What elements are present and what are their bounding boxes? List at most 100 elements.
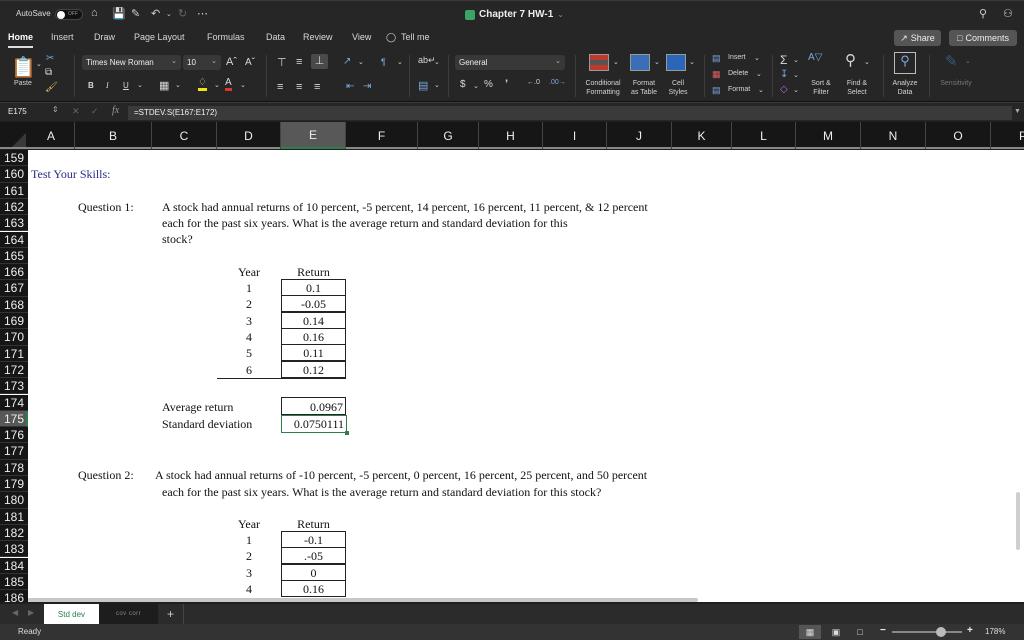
add-sheet-button[interactable]: +	[158, 604, 184, 624]
font-name-select[interactable]: Times New Roman ⌄	[82, 55, 181, 70]
number-format-select[interactable]: General ⌄	[455, 55, 565, 70]
name-box[interactable]: E175	[8, 107, 27, 116]
select-all-corner[interactable]	[0, 122, 28, 149]
tab-tell-me[interactable]: Tell me	[401, 32, 430, 42]
fill-dropdown-icon[interactable]: ⌄	[214, 81, 220, 89]
autosave-toggle[interactable]: OFF	[55, 9, 83, 20]
sheet-tab-cov-corr[interactable]: cov corr	[99, 604, 158, 624]
tab-page-layout[interactable]: Page Layout	[134, 32, 185, 42]
redo-icon[interactable]: ↻	[178, 7, 187, 20]
comma-button[interactable]: ’	[505, 78, 508, 90]
zoom-slider-handle[interactable]	[936, 627, 946, 637]
enter-icon[interactable]: ✓	[91, 106, 99, 117]
wrap-text-icon[interactable]: ab↵	[418, 55, 436, 66]
row-header[interactable]: 166	[0, 264, 28, 281]
column-header[interactable]: A	[28, 122, 75, 149]
insert-cells-button[interactable]: Insert	[728, 54, 746, 61]
tab-view[interactable]: View	[352, 32, 371, 42]
borders-icon[interactable]: ▦	[159, 79, 169, 92]
undo-icon[interactable]: ↶	[151, 7, 160, 20]
font-size-select[interactable]: 10 ⌄	[183, 55, 221, 70]
merge-dropdown-icon[interactable]: ⌄	[434, 81, 440, 89]
percent-button[interactable]: %	[484, 79, 493, 90]
autosum-dropdown-icon[interactable]: ⌄	[793, 56, 799, 64]
format-painter-icon[interactable]: 🖌	[45, 82, 58, 93]
decrease-decimal-icon[interactable]: .00→	[549, 79, 566, 86]
column-header[interactable]: P	[991, 122, 1024, 149]
prev-sheet-icon[interactable]: ◀	[12, 608, 18, 617]
align-top-icon[interactable]: ⊤	[277, 56, 287, 69]
tab-insert[interactable]: Insert	[51, 32, 74, 42]
column-header[interactable]: I	[543, 122, 607, 149]
format-cells-button[interactable]: Format	[728, 86, 750, 93]
column-header[interactable]: D	[217, 122, 281, 149]
column-header[interactable]: L	[732, 122, 796, 149]
row-header[interactable]: 160	[0, 166, 28, 183]
row-header[interactable]: 164	[0, 231, 28, 248]
zoom-slider[interactable]	[892, 631, 962, 633]
bold-button[interactable]: B	[88, 81, 94, 90]
tab-home[interactable]: Home	[8, 32, 34, 48]
paste-icon[interactable]: 📋	[11, 55, 36, 80]
row-header-selected[interactable]: 175	[0, 410, 28, 428]
paragraph-dropdown-icon[interactable]: ⌄	[397, 58, 403, 66]
row-header[interactable]: 162	[0, 198, 28, 216]
increase-indent-icon[interactable]: ⇥	[363, 81, 371, 92]
tab-draw[interactable]: Draw	[94, 32, 115, 42]
home-icon[interactable]: ⌂	[91, 7, 98, 19]
row-header[interactable]: 179	[0, 476, 28, 493]
row-header[interactable]: 169	[0, 313, 28, 330]
column-header[interactable]: C	[152, 122, 217, 149]
row-header[interactable]: 177	[0, 443, 28, 460]
column-header[interactable]: B	[75, 122, 152, 149]
orientation-dropdown-icon[interactable]: ⌄	[358, 58, 364, 66]
clear-icon[interactable]: ◇	[780, 84, 788, 95]
decrease-font-icon[interactable]: Aˇ	[245, 57, 255, 68]
column-header[interactable]: O	[926, 122, 991, 149]
row-header[interactable]: 161	[0, 182, 28, 199]
tab-data[interactable]: Data	[266, 32, 285, 42]
page-layout-view-button[interactable]: ▣	[825, 625, 847, 639]
zoom-in-button[interactable]: +	[967, 625, 973, 636]
row-header[interactable]: 163	[0, 215, 28, 232]
column-header[interactable]: N	[861, 122, 926, 149]
page-break-view-button[interactable]: □	[849, 625, 871, 639]
align-bottom-icon[interactable]: ⊥	[311, 54, 328, 69]
merge-center-icon[interactable]: ▤	[418, 79, 428, 92]
align-center-icon[interactable]: ≡	[296, 81, 302, 93]
more-icon[interactable]: ⋯	[197, 7, 208, 20]
row-header[interactable]: 170	[0, 329, 28, 346]
zoom-out-button[interactable]: −	[880, 625, 886, 636]
tab-review[interactable]: Review	[303, 32, 333, 42]
row-header[interactable]: 172	[0, 361, 28, 379]
row-header[interactable]: 165	[0, 247, 28, 265]
fx-icon[interactable]: fx	[112, 105, 119, 116]
column-header[interactable]: F	[346, 122, 418, 149]
search-icon[interactable]: ⚲	[979, 7, 987, 20]
column-header[interactable]: K	[672, 122, 732, 149]
document-title[interactable]: Chapter 7 HW-1 ⌄	[465, 9, 564, 20]
column-header[interactable]: M	[796, 122, 861, 149]
next-sheet-icon[interactable]: ▶	[28, 608, 34, 617]
delete-cells-button[interactable]: Delete	[728, 70, 748, 77]
name-box-stepper-icon[interactable]: ⇕	[52, 105, 59, 114]
cut-icon[interactable]: ✂	[46, 53, 54, 64]
underline-dropdown-icon[interactable]: ⌄	[137, 81, 143, 89]
row-header[interactable]: 167	[0, 280, 28, 297]
align-middle-icon[interactable]: ≡	[296, 56, 302, 68]
currency-dropdown-icon[interactable]: ⌄	[473, 82, 479, 90]
vertical-scrollbar[interactable]	[1016, 492, 1020, 550]
row-header[interactable]: 178	[0, 459, 28, 476]
save-as-icon[interactable]: ✎	[131, 7, 140, 20]
clear-dropdown-icon[interactable]: ⌄	[793, 86, 799, 94]
column-header[interactable]: G	[418, 122, 479, 149]
cancel-icon[interactable]: ✕	[72, 106, 80, 117]
paste-dropdown-icon[interactable]: ⌄	[36, 60, 42, 68]
row-header[interactable]: 185	[0, 573, 28, 591]
formula-input[interactable]: =STDEV.S(E167:E172)	[128, 106, 1012, 120]
save-icon[interactable]: 💾	[112, 7, 126, 20]
share-people-icon[interactable]: ⚇	[1003, 7, 1013, 20]
italic-button[interactable]: I	[106, 81, 109, 90]
column-header-selected[interactable]: E	[281, 122, 346, 149]
undo-dropdown-icon[interactable]: ⌄	[166, 10, 172, 18]
